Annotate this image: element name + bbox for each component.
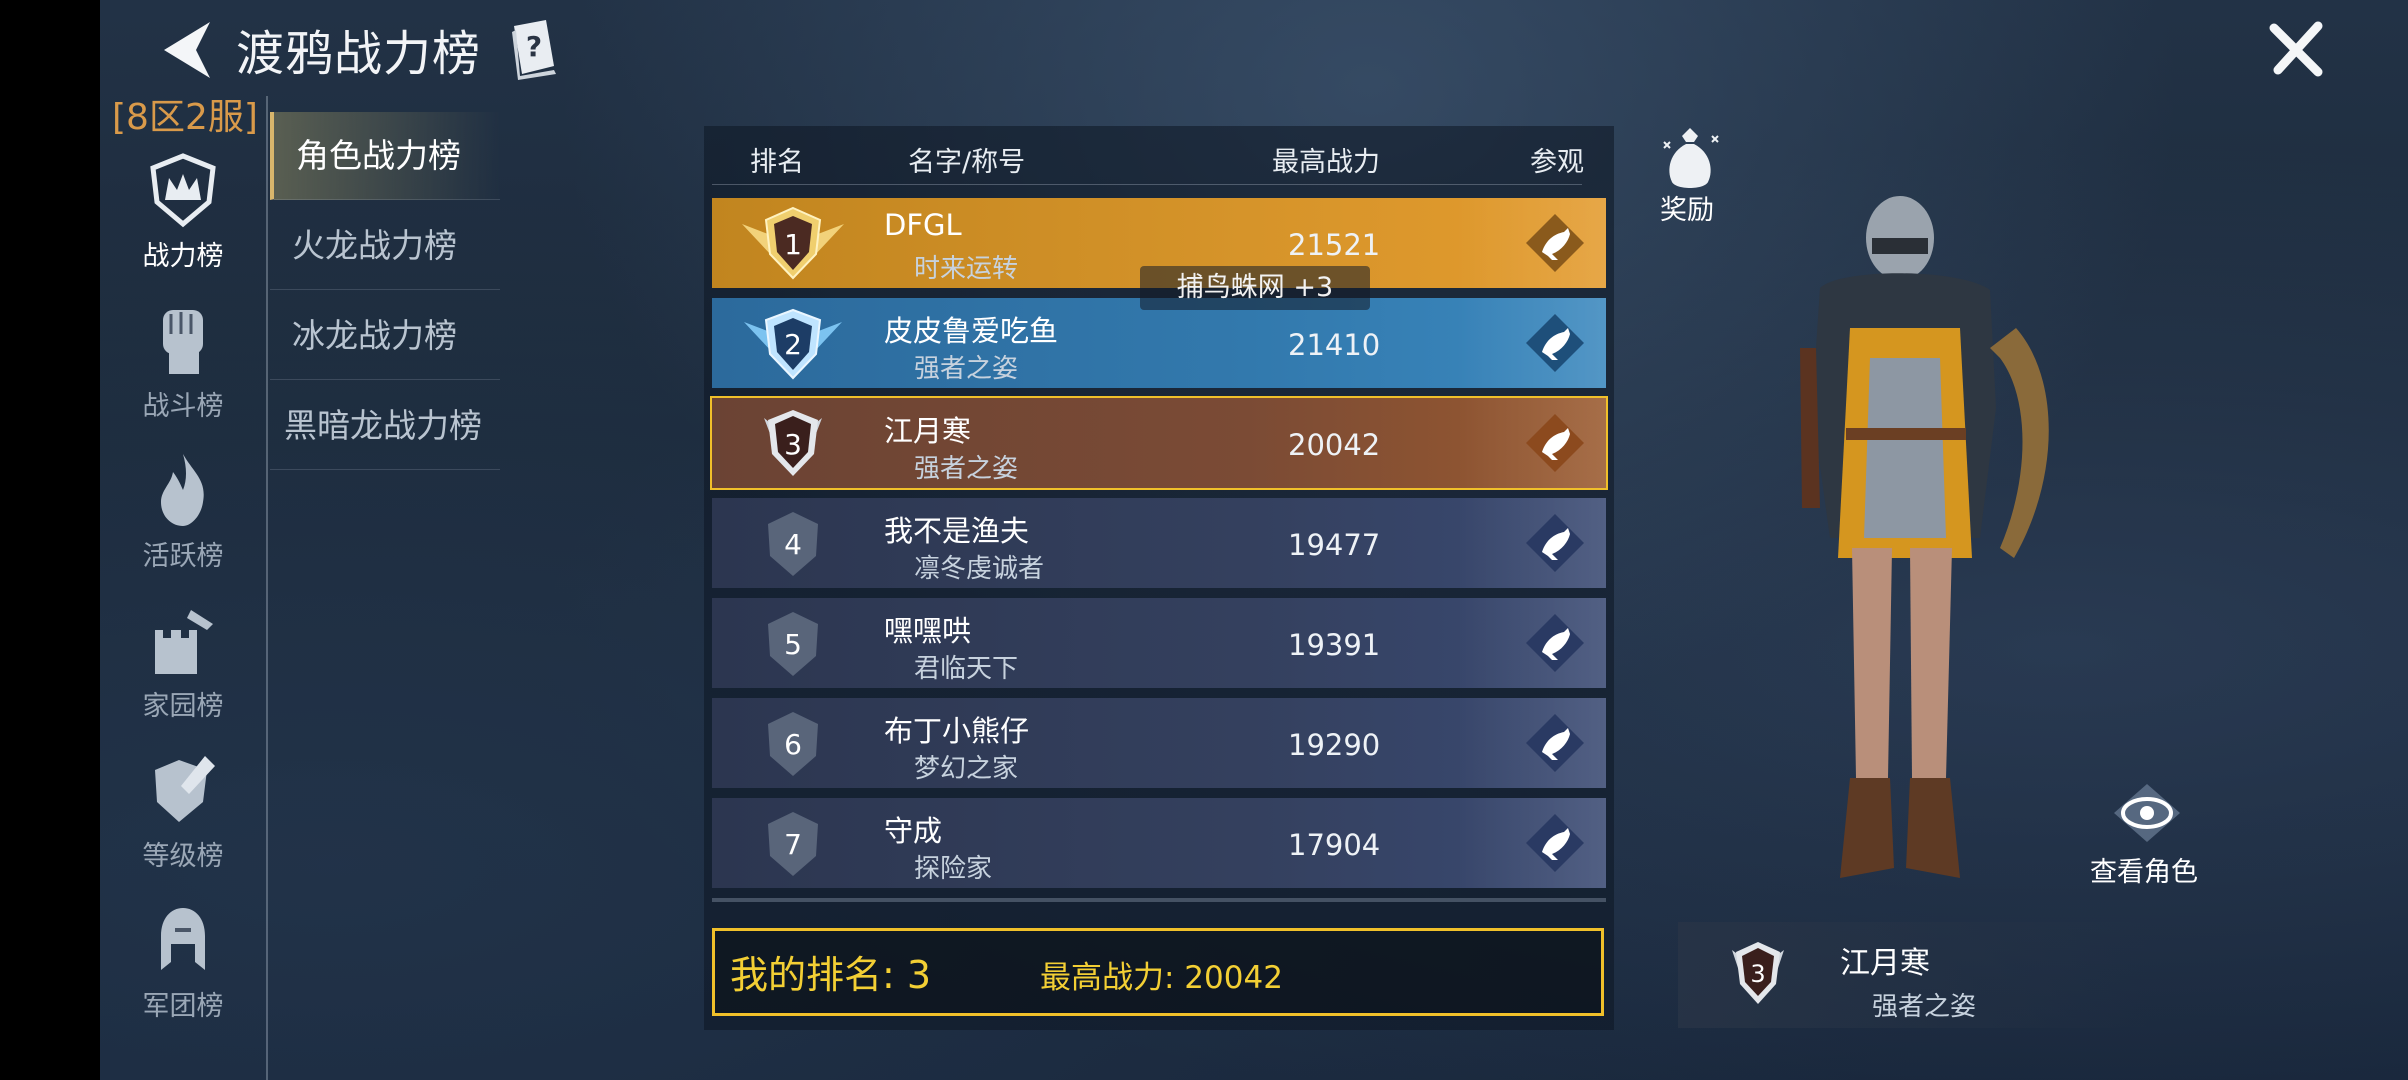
table-row[interactable]: 7 守成 探险家 17904 <box>712 798 1606 888</box>
nav-item-battle[interactable]: 战斗榜 <box>118 300 248 423</box>
page-title: 渡鸦战力榜 <box>236 26 482 82</box>
rank-number: 3 <box>784 428 802 461</box>
col-power: 最高战力 <box>1272 147 1380 178</box>
player-power: 19391 <box>1288 628 1381 662</box>
player-power: 17904 <box>1288 828 1381 862</box>
rank-badge-icon: 7 <box>768 812 818 876</box>
raven-visit-icon[interactable] <box>1524 512 1586 574</box>
svg-text:?: ? <box>526 30 542 63</box>
player-power: 20042 <box>1288 428 1381 462</box>
silver-rank-badge-icon: 2 <box>744 308 842 380</box>
nav-label: 军团榜 <box>142 991 224 1022</box>
table-row[interactable]: 5 嘿嘿哄 君临天下 19391 <box>712 598 1606 688</box>
player-title: 探险家 <box>914 854 993 884</box>
player-title: 君临天下 <box>914 654 1019 684</box>
player-title: 梦幻之家 <box>914 754 1019 784</box>
raven-visit-icon[interactable] <box>1524 212 1586 274</box>
nav-item-level[interactable]: 等级榜 <box>118 750 248 873</box>
subtab-ice-dragon[interactable]: 冰龙战力榜 <box>270 292 500 380</box>
flame-icon <box>161 454 204 526</box>
player-power: 19477 <box>1288 528 1381 562</box>
table-row[interactable]: 2 皮皮鲁爱吃鱼 强者之姿 21410 <box>712 298 1606 388</box>
rank-number: 6 <box>784 728 802 761</box>
rank-number: 2 <box>784 328 802 361</box>
player-name: 江月寒 <box>884 414 972 448</box>
shield-sword-icon <box>155 756 215 822</box>
rank-number: 7 <box>784 828 802 861</box>
castle-icon <box>155 610 213 674</box>
my-rank-text: 我的排名: 3 <box>730 953 932 997</box>
character-model-knight <box>1800 196 2049 878</box>
subtab-fire-dragon[interactable]: 火龙战力榜 <box>270 202 500 290</box>
rank-number: 5 <box>784 628 802 661</box>
reward-bag-icon[interactable] <box>1660 126 1720 192</box>
my-power-text: 最高战力: 20042 <box>1040 960 1283 996</box>
subtab-dark-dragon[interactable]: 黑暗龙战力榜 <box>270 382 500 470</box>
character-name: 江月寒 <box>1840 946 1930 981</box>
view-character-label[interactable]: 查看角色 <box>2090 850 2198 889</box>
nav-item-power[interactable]: 战力榜 <box>118 150 248 273</box>
nav-divider <box>266 96 268 1080</box>
player-title: 时来运转 <box>914 254 1019 284</box>
subtab-role-power[interactable]: 角色战力榜 <box>270 112 500 200</box>
player-title: 强者之姿 <box>914 454 1019 484</box>
rank-number: 4 <box>784 528 802 561</box>
col-visit: 参观 <box>1530 147 1584 178</box>
table-row[interactable]: 4 我不是渔夫 凛冬虔诚者 19477 <box>712 498 1606 588</box>
back-arrow-icon[interactable] <box>158 18 216 82</box>
reward-label[interactable]: 奖励 <box>1660 188 1714 227</box>
col-rank: 排名 <box>750 147 804 178</box>
table-row[interactable]: 6 布丁小熊仔 梦幻之家 19290 <box>712 698 1606 788</box>
raven-visit-icon[interactable] <box>1524 612 1586 674</box>
gold-rank-badge-icon: 1 <box>742 206 844 280</box>
rank-number: 1 <box>784 228 802 261</box>
raven-visit-icon[interactable] <box>1524 812 1586 874</box>
help-book-icon[interactable]: ? <box>506 18 562 80</box>
rank-badge-icon: 4 <box>768 512 818 576</box>
player-title: 强者之姿 <box>914 354 1019 384</box>
nav-label: 战力榜 <box>142 241 224 272</box>
player-name: 皮皮鲁爱吃鱼 <box>884 314 1059 348</box>
nav-item-home[interactable]: 家园榜 <box>118 600 248 723</box>
nav-label: 家园榜 <box>142 691 224 722</box>
rank-badge-icon: 3 <box>1732 942 1784 1004</box>
list-scroll-indicator[interactable] <box>712 898 1606 902</box>
table-header: 排名 名字/称号 最高战力 参观 <box>704 126 1614 184</box>
player-power: 21521 <box>1288 228 1381 262</box>
player-title: 凛冬虔诚者 <box>914 554 1045 584</box>
col-name: 名字/称号 <box>908 147 1026 178</box>
rank-badge-icon: 5 <box>768 612 818 676</box>
nav-item-active[interactable]: 活跃榜 <box>118 450 248 573</box>
rank-number: 3 <box>1750 960 1765 988</box>
nav-item-legion[interactable]: 军团榜 <box>118 900 248 1023</box>
raven-visit-icon[interactable] <box>1524 312 1586 374</box>
helmet-icon <box>161 908 205 970</box>
view-character-eye-icon[interactable] <box>2112 782 2182 844</box>
nav-label: 等级榜 <box>142 841 224 872</box>
table-row-self[interactable]: 3 江月寒 强者之姿 20042 <box>710 396 1608 490</box>
nav-label: 活跃榜 <box>142 541 224 572</box>
nav-label: 战斗榜 <box>142 391 224 422</box>
player-name: DFGL <box>884 208 962 242</box>
bronze-rank-badge-icon: 3 <box>764 410 822 476</box>
raven-visit-icon[interactable] <box>1524 412 1586 474</box>
character-title: 强者之姿 <box>1872 992 1977 1022</box>
header-divider <box>712 184 1582 185</box>
player-power: 19290 <box>1288 728 1381 762</box>
rank-badge-icon: 6 <box>768 712 818 776</box>
player-name: 守成 <box>884 814 943 848</box>
server-label: [8区2服] <box>112 97 258 138</box>
close-x-icon[interactable] <box>2268 18 2328 78</box>
player-name: 嘿嘿哄 <box>884 614 972 648</box>
item-tooltip: 捕鸟蛛网 +3 <box>1140 266 1370 310</box>
player-power: 21410 <box>1288 328 1381 362</box>
crown-shield-icon <box>150 153 216 228</box>
player-name: 布丁小熊仔 <box>884 714 1030 748</box>
player-name: 我不是渔夫 <box>884 514 1030 548</box>
fist-icon <box>163 310 203 374</box>
raven-visit-icon[interactable] <box>1524 712 1586 774</box>
